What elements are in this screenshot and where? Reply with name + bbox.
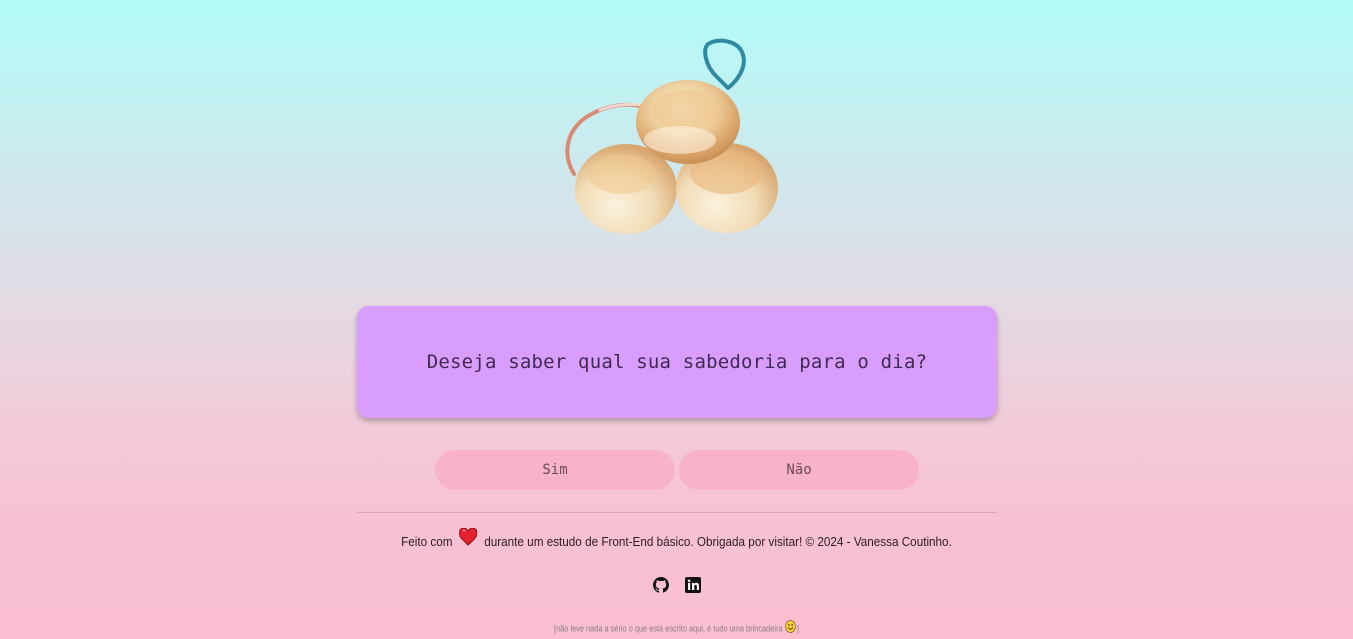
hero-illustration (560, 36, 790, 240)
linkedin-icon[interactable] (684, 577, 701, 593)
question-text: Deseja saber qual sua sabedoria para o d… (426, 351, 928, 373)
yes-button[interactable]: Sim (435, 450, 675, 490)
heart-icon (458, 527, 478, 553)
disclaimer-text: [não leve nada a sério o que está escrit… (122, 620, 1231, 638)
question-card: Deseja saber qual sua sabedoria para o d… (357, 306, 997, 418)
no-button[interactable]: Não (679, 450, 919, 490)
disclaimer-suffix: ] (796, 623, 799, 634)
github-icon[interactable] (652, 577, 669, 593)
social-links (0, 577, 1353, 593)
made-with-text: Feito com (401, 533, 453, 549)
footer-message: durante um estudo de Front-End básico. O… (484, 533, 952, 549)
footer-divider (357, 512, 997, 513)
smiley-icon (785, 620, 797, 638)
footer-credits: Feito com durante um estudo de Front-End… (68, 527, 1286, 553)
disclaimer-prefix: [não leve nada a sério o que está escrit… (554, 623, 783, 634)
cheese-bread-icon (565, 38, 778, 234)
